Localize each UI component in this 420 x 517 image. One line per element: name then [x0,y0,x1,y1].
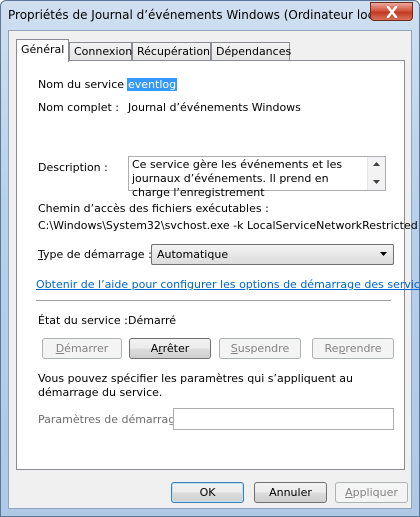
resume-button[interactable]: Reprendre [312,338,394,359]
tab-general[interactable]: Général [16,39,69,62]
resume-label: rendre [345,342,382,355]
path-value: C:\Windows\System32\svchost.exe -k Local… [38,219,418,232]
window-title: Propriétés de Journal d’événements Windo… [8,8,390,22]
resume-label-pre: Re [324,342,339,355]
description-field[interactable]: Ce service gère les événements et les jo… [128,156,386,199]
startup-params-input[interactable] [173,408,394,430]
tab-dependances[interactable]: Dépendances [211,42,292,61]
startup-type-select[interactable]: Automatique [151,244,394,265]
display-name-label: Nom complet : [38,101,119,114]
tab-connexion-label: Connexion [74,45,133,58]
close-button[interactable] [370,2,413,21]
start-label: émarrer [64,342,109,355]
tab-recuperation-label: Récupération [137,45,211,58]
description-label: Description : [38,161,108,174]
tab-recuperation[interactable]: Récupération [132,42,211,61]
start-mnemonic: D [55,342,65,355]
startup-type-value: Automatique [157,248,229,261]
tab-dependances-label: Dépendances [216,45,292,58]
description-scrollbar[interactable] [367,157,385,190]
chevron-up-icon[interactable] [373,162,380,166]
title-bar[interactable]: Propriétés de Journal d’événements Windo… [1,1,419,29]
startup-params-label: Paramètres de démarrage : [38,413,190,426]
startup-type-label: Type de démarrage : [38,248,152,261]
apply-button[interactable]: Appliquer [335,482,408,503]
display-name-value: Journal d’événements Windows [128,101,301,114]
close-icon [386,6,398,18]
ok-button[interactable]: OK [171,482,244,503]
separator [36,300,391,302]
stop-button[interactable]: Arrêter [129,338,211,359]
startup-params-note: Vous pouvez spécifier les paramètres qui… [38,372,354,399]
description-text: Ce service gère les événements et les jo… [132,158,343,199]
service-name-value[interactable]: eventlog [127,78,178,91]
apply-mnemonic: A [345,486,353,499]
service-name-label: Nom du service : [38,78,132,91]
startup-type-label-text: ype de démarrage : [43,248,152,261]
tab-general-label: Général [21,43,65,56]
chevron-down-icon[interactable] [373,180,380,184]
pause-button[interactable]: Suspendre [219,338,301,359]
apply-label: ppliquer [352,486,398,499]
dialog-client-area: Général Connexion Récupération Dépendanc… [8,30,420,509]
tab-connexion[interactable]: Connexion [69,42,132,61]
pause-mnemonic: S [230,342,238,355]
help-link[interactable]: Obtenir de l’aide pour configurer les op… [36,278,420,291]
properties-window: Propriétés de Journal d’événements Windo… [0,0,420,517]
pause-label: uspendre [237,342,290,355]
service-status-label: État du service : [38,314,128,327]
general-panel: Nom du service : eventlog Nom complet : … [16,60,420,470]
stop-label: rêter [162,342,190,355]
chevron-down-icon [380,252,387,256]
path-label: Chemin d’accès des fichiers exécutables … [38,202,269,215]
cancel-button[interactable]: Annuler [254,482,327,503]
start-button[interactable]: Démarrer [42,338,122,359]
service-status-value: Démarré [128,314,177,327]
